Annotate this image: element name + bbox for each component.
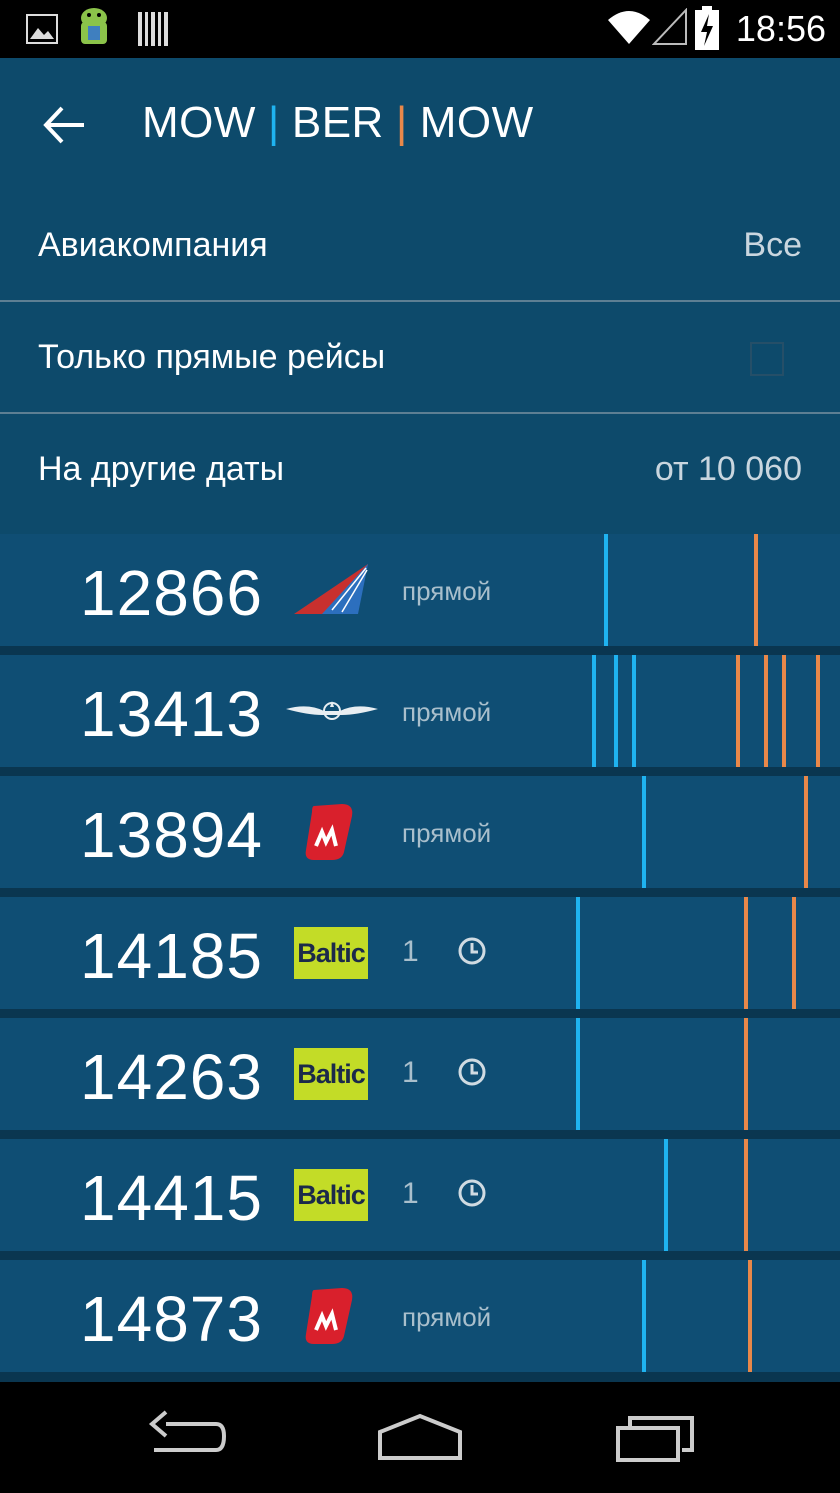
airberlin-logo <box>305 804 353 860</box>
return-time-mark <box>792 897 796 1009</box>
baltic-logo: Baltic <box>294 927 368 979</box>
departure-time-mark <box>642 1260 646 1372</box>
route-separator: | <box>267 98 280 147</box>
stop-label: прямой <box>402 1302 492 1332</box>
return-time-mark <box>736 655 740 767</box>
result-row[interactable]: 13894 прямой <box>0 776 840 888</box>
route-separator: | <box>395 98 408 147</box>
result-row[interactable]: 14263 Baltic 1 <box>0 1018 840 1130</box>
result-row[interactable]: 14185 Baltic 1 <box>0 897 840 1009</box>
airline-filter-value: Все <box>743 226 802 264</box>
baltic-logo: Baltic <box>294 1169 368 1221</box>
result-row[interactable]: 14873 прямой <box>0 1260 840 1372</box>
signal-icon <box>652 8 687 45</box>
departure-time-mark <box>664 1139 668 1251</box>
android-icon <box>81 8 107 44</box>
price: 13413 <box>80 678 263 750</box>
return-time-mark <box>816 655 820 767</box>
return-time-mark <box>764 655 768 767</box>
departure-time-mark <box>604 534 608 646</box>
barcode-icon <box>138 12 168 46</box>
other-dates-row[interactable]: На другие даты от 10 060 <box>0 416 840 526</box>
direct-only-label: Только прямые рейсы <box>38 338 386 376</box>
price: 13894 <box>80 799 263 871</box>
price: 14185 <box>80 920 263 992</box>
arrow-left-icon <box>43 106 84 144</box>
stop-label: прямой <box>402 818 492 848</box>
divider <box>0 300 840 302</box>
departure-time-mark <box>576 897 580 1009</box>
return-time-mark <box>804 776 808 888</box>
stops-count: 1 <box>402 1056 419 1089</box>
route-origin: MOW <box>142 98 256 147</box>
results-list: 12866 прямой 13413 прямой 13894 прямой 1… <box>0 534 840 1382</box>
result-row[interactable]: 14415 Baltic 1 <box>0 1139 840 1251</box>
transaero-logo <box>294 564 368 614</box>
battery-charging-icon <box>695 6 719 50</box>
price: 14263 <box>80 1041 263 1113</box>
departure-time-mark <box>576 1018 580 1130</box>
baltic-logo: Baltic <box>294 1048 368 1100</box>
back-nav-icon[interactable] <box>146 1410 228 1464</box>
route-destination: BER <box>291 98 384 147</box>
system-nav-bar <box>0 1382 840 1493</box>
departure-time-mark <box>592 655 596 767</box>
stop-label: прямой <box>402 697 492 727</box>
wifi-icon <box>608 11 650 44</box>
direct-only-checkbox[interactable] <box>750 342 784 376</box>
route-title: MOW | BER | MOW <box>142 98 534 148</box>
other-dates-value: от 10 060 <box>654 450 802 488</box>
result-row[interactable]: 12866 прямой <box>0 534 840 646</box>
stops-count: 1 <box>402 1177 419 1210</box>
airline-filter-row[interactable]: Авиакомпания Все <box>0 192 840 302</box>
stop-label: прямой <box>402 576 492 606</box>
airberlin-logo <box>305 1288 353 1344</box>
departure-time-mark <box>614 655 618 767</box>
result-row[interactable]: 13413 прямой <box>0 655 840 767</box>
aeroflot-logo <box>286 701 378 720</box>
app-bar: MOW | BER | MOW <box>0 58 840 192</box>
back-button[interactable] <box>30 98 100 152</box>
clock-icon <box>458 1058 486 1086</box>
price: 14873 <box>80 1283 263 1355</box>
filters-panel: Авиакомпания Все Только прямые рейсы На … <box>0 192 840 534</box>
other-dates-label: На другие даты <box>38 450 285 488</box>
stops-count: 1 <box>402 935 419 968</box>
clock-time: 18:56 <box>735 8 826 49</box>
direct-only-row[interactable]: Только прямые рейсы <box>0 304 840 414</box>
price: 12866 <box>80 557 263 629</box>
clock-icon <box>458 1179 486 1207</box>
divider <box>0 412 840 414</box>
home-nav-icon[interactable] <box>376 1410 464 1464</box>
return-time-mark <box>744 1139 748 1251</box>
return-time-mark <box>744 1018 748 1130</box>
airline-filter-label: Авиакомпания <box>38 226 268 264</box>
route-return: MOW <box>419 98 534 147</box>
return-time-mark <box>754 534 758 646</box>
return-time-mark <box>748 1260 752 1372</box>
departure-time-mark <box>642 776 646 888</box>
status-bar: 18:56 <box>0 0 840 58</box>
clock-icon <box>458 937 486 965</box>
recents-nav-icon[interactable] <box>614 1410 698 1464</box>
price: 14415 <box>80 1162 263 1234</box>
departure-time-mark <box>632 655 636 767</box>
return-time-mark <box>744 897 748 1009</box>
return-time-mark <box>782 655 786 767</box>
image-icon <box>26 14 58 44</box>
